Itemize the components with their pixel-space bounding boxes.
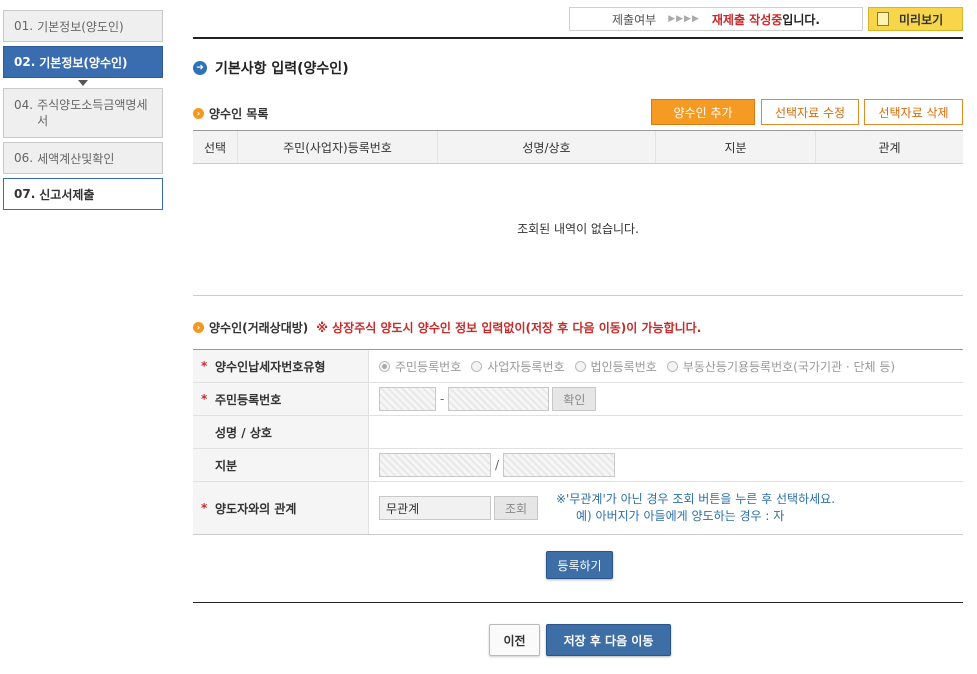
transferee-table: 선택 주민(사업자)등록번호 성명/상호 지분 관계 bbox=[193, 130, 963, 164]
radio-resident-number[interactable]: 주민등록번호 bbox=[379, 358, 461, 375]
list-title: › 양수인 목록 bbox=[193, 105, 268, 122]
counterparty-title: › 양수인(거래상대방) ※ 상장주식 양도시 양수인 정보 입력없이(저장 후… bbox=[193, 319, 701, 336]
divider bbox=[193, 602, 963, 603]
step-label: 신고서제출 bbox=[39, 187, 95, 202]
step-basic-transferee[interactable]: 02. 기본정보(양수인) bbox=[3, 46, 163, 78]
delete-selected-button[interactable]: 선택자료 삭제 bbox=[864, 99, 963, 125]
form-row: * 양수인납세자번호유형 주민등록번호 사업자등록번호 법인등록번호 부동산등기용… bbox=[193, 350, 963, 383]
table-header-row: 선택 주민(사업자)등록번호 성명/상호 지분 관계 bbox=[193, 130, 963, 164]
transferee-form: * 양수인납세자번호유형 주민등록번호 사업자등록번호 법인등록번호 부동산등기용… bbox=[193, 349, 963, 535]
radio-business-number[interactable]: 사업자등록번호 bbox=[471, 358, 565, 375]
divider bbox=[193, 37, 963, 39]
required-mark: * bbox=[201, 392, 208, 406]
relation-note: ※'무관계'가 아닌 경우 조회 버튼을 누른 후 선택하세요. 예) 아버지가… bbox=[556, 492, 836, 523]
name-value bbox=[369, 416, 963, 448]
share-denominator-input[interactable] bbox=[503, 453, 616, 477]
form-row: * 주민등록번호 - 확인 bbox=[193, 383, 963, 416]
step-label: 세액계산및확인 bbox=[37, 151, 115, 166]
column-header: 선택 bbox=[193, 130, 238, 164]
step-submit-return[interactable]: 07. 신고서제출 bbox=[3, 178, 163, 210]
register-button[interactable]: 등록하기 bbox=[546, 551, 613, 579]
step-label: 기본정보(양도인) bbox=[37, 19, 124, 34]
step-sidebar: 01. 기본정보(양도인) 02. 기본정보(양수인) 04. 주식양도소득금액… bbox=[3, 10, 163, 214]
step-label: 주식양도소득금액명세서 bbox=[37, 98, 148, 128]
document-icon bbox=[877, 12, 889, 26]
arrows-icon: ▶▶▶▶ bbox=[668, 14, 700, 24]
id-back-input[interactable] bbox=[448, 387, 550, 411]
radio-corporate-number[interactable]: 법인등록번호 bbox=[574, 358, 657, 375]
step-basic-transferor[interactable]: 01. 기본정보(양도인) bbox=[3, 10, 163, 42]
column-header: 주민(사업자)등록번호 bbox=[237, 130, 438, 164]
edit-selected-button[interactable]: 선택자료 수정 bbox=[761, 99, 859, 125]
column-header: 관계 bbox=[815, 130, 963, 164]
relation-input[interactable]: 무관계 bbox=[379, 496, 491, 520]
required-mark: * bbox=[201, 359, 208, 373]
column-header: 성명/상호 bbox=[437, 130, 656, 164]
submission-status: 제출여부 ▶▶▶▶ 재제출 작성중 입니다. bbox=[569, 7, 863, 31]
form-row: 성명 / 상호 bbox=[193, 416, 963, 449]
save-and-next-button[interactable]: 저장 후 다음 이동 bbox=[546, 624, 671, 656]
confirm-button[interactable]: 확인 bbox=[552, 387, 597, 411]
lookup-button[interactable]: 조회 bbox=[494, 496, 538, 520]
preview-button[interactable]: 미리보기 bbox=[868, 7, 963, 31]
add-transferee-button[interactable]: 양수인 추가 bbox=[651, 99, 755, 125]
chevron-down-icon bbox=[78, 80, 88, 86]
id-front-input[interactable] bbox=[379, 387, 436, 411]
share-numerator-input[interactable] bbox=[379, 453, 491, 477]
arrow-right-icon: ➜ bbox=[193, 61, 207, 75]
bullet-icon: › bbox=[193, 108, 204, 119]
form-row: * 양도자와의 관계 무관계 조회 ※'무관계'가 아닌 경우 조회 버튼을 누른… bbox=[193, 482, 963, 534]
required-mark: * bbox=[201, 501, 208, 515]
radio-realestate-number[interactable]: 부동산등기용등록번호(국가기관 · 단체 등) bbox=[666, 358, 895, 375]
column-header: 지분 bbox=[655, 130, 816, 164]
page-title: ➜ 기본사항 입력(양수인) bbox=[193, 58, 349, 78]
empty-message: 조회된 내역이 없습니다. bbox=[193, 162, 963, 296]
previous-button[interactable]: 이전 bbox=[489, 624, 540, 656]
step-tax-calculation[interactable]: 06. 세액계산및확인 bbox=[3, 142, 163, 174]
step-label: 기본정보(양수인) bbox=[39, 55, 128, 70]
bullet-icon: › bbox=[193, 322, 204, 333]
form-row: 지분 / bbox=[193, 449, 963, 482]
step-stock-transfer-income[interactable]: 04. 주식양도소득금액명세서 bbox=[3, 88, 163, 138]
